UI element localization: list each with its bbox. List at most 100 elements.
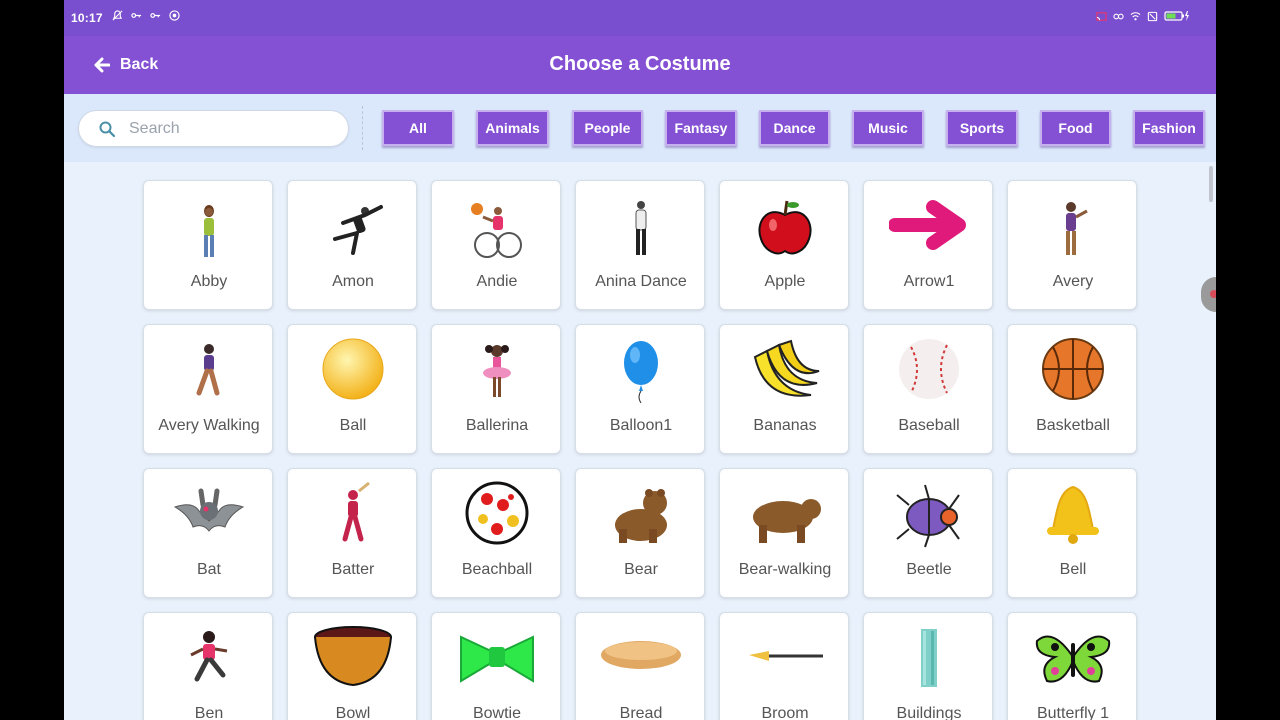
costume-name: Bowtie — [472, 705, 522, 720]
broom-icon — [749, 651, 823, 661]
bell-icon — [1047, 485, 1099, 544]
app-icon — [169, 10, 180, 21]
costume-card-bowtie[interactable]: Bowtie — [431, 612, 561, 720]
filter-divider — [362, 106, 363, 150]
bear-walking-icon — [753, 499, 821, 543]
costume-card-bowl[interactable]: Bowl — [287, 612, 417, 720]
costume-name: Avery Walking — [158, 417, 260, 434]
boy-running-icon — [190, 631, 228, 682]
costume-name: Arrow1 — [903, 273, 955, 290]
search-box[interactable] — [78, 110, 349, 147]
costume-name: Butterfly 1 — [1036, 705, 1110, 720]
category-fantasy[interactable]: Fantasy — [665, 110, 737, 146]
costume-name: Broom — [761, 705, 809, 720]
apple-icon — [758, 200, 812, 255]
bread-icon — [601, 641, 681, 669]
costume-name: Bread — [619, 705, 663, 720]
status-time: 10:17 — [71, 11, 103, 25]
costume-name: Apple — [764, 273, 806, 290]
costume-card-baseball[interactable]: Baseball — [863, 324, 993, 454]
top-app-bar: Back Choose a Costume — [64, 36, 1216, 94]
girl-walking-icon — [196, 344, 220, 396]
key-icon — [150, 13, 161, 18]
dancer-pose-icon — [333, 205, 383, 255]
costume-card-andie[interactable]: Andie — [431, 180, 561, 310]
bowl-icon — [314, 626, 392, 687]
costume-name: Andie — [476, 273, 518, 290]
bat-icon — [173, 488, 245, 532]
costume-card-bread[interactable]: Bread — [575, 612, 705, 720]
costume-card-abby[interactable]: Abby — [143, 180, 273, 310]
costume-card-balloon1[interactable]: Balloon1 — [575, 324, 705, 454]
battery-charging-icon — [1164, 11, 1189, 21]
costume-card-bell[interactable]: Bell — [1007, 468, 1137, 598]
costume-name: Amon — [332, 273, 374, 290]
bear-icon — [615, 489, 667, 543]
costume-name: Basketball — [1036, 417, 1110, 434]
costume-name: Baseball — [898, 417, 960, 434]
girl-waving-icon — [1066, 202, 1088, 255]
category-fashion[interactable]: Fashion — [1133, 110, 1205, 146]
category-dance[interactable]: Dance — [759, 110, 830, 146]
costume-card-bear-walking[interactable]: Bear-walking — [719, 468, 849, 598]
category-music[interactable]: Music — [852, 110, 924, 146]
page-title: Choose a Costume — [549, 53, 731, 75]
wifi-icon — [1130, 11, 1141, 20]
costume-card-buildings[interactable]: Buildings — [863, 612, 993, 720]
baseball-icon — [899, 339, 959, 399]
costume-name: Batter — [331, 561, 375, 578]
costume-card-bananas[interactable]: Bananas — [719, 324, 849, 454]
balloon-icon — [624, 341, 658, 404]
costume-name: Bear-walking — [738, 561, 832, 578]
costume-card-ballerina[interactable]: Ballerina — [431, 324, 561, 454]
costume-card-arrow1[interactable]: Arrow1 — [863, 180, 993, 310]
category-sports[interactable]: Sports — [946, 110, 1018, 146]
butterfly-icon — [1035, 635, 1111, 683]
beetle-icon — [896, 484, 960, 548]
sim-off-icon — [1147, 11, 1158, 21]
batter-icon — [342, 481, 370, 542]
category-people[interactable]: People — [572, 110, 643, 146]
girl-standing-icon — [204, 205, 214, 257]
costume-card-beachball[interactable]: Beachball — [431, 468, 561, 598]
vpn-icon — [1113, 13, 1124, 19]
costume-card-basketball[interactable]: Basketball — [1007, 324, 1137, 454]
beachball-icon — [465, 481, 529, 545]
costume-name: Ball — [339, 417, 367, 434]
costume-card-avery[interactable]: Avery — [1007, 180, 1137, 310]
search-icon — [99, 121, 115, 137]
costume-name: Anina Dance — [595, 273, 687, 290]
costume-name: Bowl — [335, 705, 371, 720]
ballerina-icon — [483, 345, 511, 397]
costume-card-apple[interactable]: Apple — [719, 180, 849, 310]
costume-name: Avery — [1052, 273, 1094, 290]
floating-side-handle[interactable] — [1201, 277, 1216, 312]
costume-card-anina-dance[interactable]: Anina Dance — [575, 180, 705, 310]
costume-card-bat[interactable]: Bat — [143, 468, 273, 598]
costume-card-broom[interactable]: Broom — [719, 612, 849, 720]
category-animals[interactable]: Animals — [476, 110, 549, 146]
scrollbar[interactable] — [1209, 166, 1213, 202]
costume-name: Ben — [194, 705, 224, 720]
arrow-right-icon — [889, 200, 966, 250]
costume-card-batter[interactable]: Batter — [287, 468, 417, 598]
costume-card-beetle[interactable]: Beetle — [863, 468, 993, 598]
basketball-icon — [1042, 338, 1104, 400]
costume-name: Abby — [190, 273, 228, 290]
wheelchair-basketball-icon — [471, 203, 522, 258]
costume-name: Buildings — [896, 705, 962, 720]
costume-card-avery-walking[interactable]: Avery Walking — [143, 324, 273, 454]
costume-name: Bell — [1059, 561, 1087, 578]
alarm-off-icon — [112, 10, 123, 21]
costume-card-ball[interactable]: Ball — [287, 324, 417, 454]
costume-card-ben[interactable]: Ben — [143, 612, 273, 720]
category-food[interactable]: Food — [1040, 110, 1111, 146]
costume-card-amon[interactable]: Amon — [287, 180, 417, 310]
costume-card-butterfly-1[interactable]: Butterfly 1 — [1007, 612, 1137, 720]
key-icon — [131, 13, 142, 18]
category-all[interactable]: All — [382, 110, 454, 146]
costume-card-bear[interactable]: Bear — [575, 468, 705, 598]
status-bar: 10:17 — [64, 0, 1216, 36]
search-input[interactable] — [129, 117, 329, 141]
costume-name: Bat — [196, 561, 221, 578]
